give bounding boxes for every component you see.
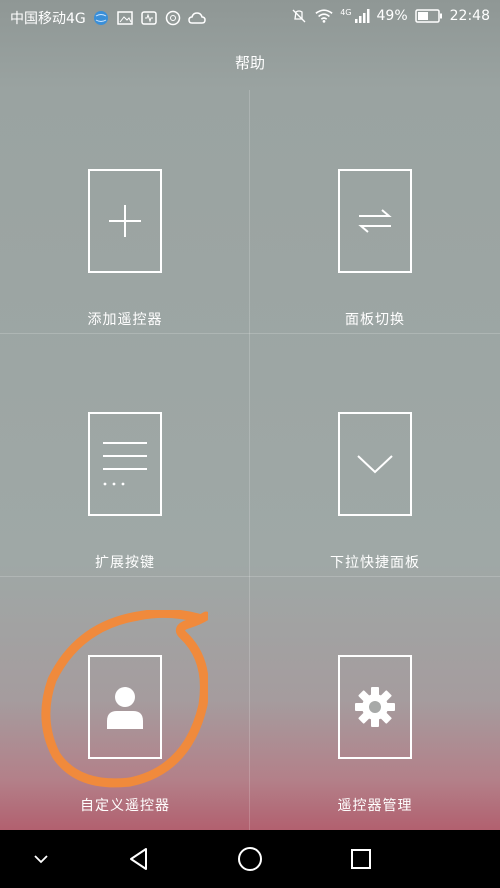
mute-icon [290,8,308,24]
globe-icon [92,10,110,26]
battery-percent: 49% [376,8,408,24]
swap-icon [358,209,392,233]
home-icon[interactable] [233,842,267,876]
battery-icon [414,8,443,24]
dropdown-panel-card [338,412,412,516]
tile-extended-keys[interactable]: 扩展按键 [0,337,250,580]
tile-label: 扩展按键 [95,555,155,571]
tile-label: 下拉快捷面板 [330,555,420,571]
extended-keys-card [88,412,162,516]
plus-icon [109,205,141,237]
chat-icon [164,10,182,26]
navigation-bar [0,830,500,888]
status-bar: 中国移动4G 4G 49% 22:48 [0,0,500,34]
recents-icon[interactable] [344,842,378,876]
tile-label: 面板切换 [345,312,405,328]
remote-management-card [338,655,412,759]
weather-icon [188,10,206,26]
gallery-icon [116,10,134,26]
tile-label: 遥控器管理 [337,798,413,814]
clock-text: 22:48 [449,8,490,24]
tile-label: 自定义遥控器 [80,798,170,814]
panel-switch-card [338,169,412,273]
page-title: 帮助 [234,54,265,72]
carrier-text: 中国移动4G [10,11,86,27]
network-badge: 4G [340,8,352,17]
wifi-icon [315,8,333,24]
tile-add-remote[interactable]: 添加遥控器 [0,94,250,337]
lines-icon [103,442,147,486]
tile-panel-switch[interactable]: 面板切换 [250,94,500,337]
signal-icon: 4G [340,8,370,23]
add-remote-card [88,169,162,273]
chevron-down-icon [357,455,393,474]
back-icon[interactable] [122,842,156,876]
tile-remote-management[interactable]: 遥控器管理 [250,580,500,823]
annotation-circle [41,610,208,788]
collapse-icon[interactable] [24,842,58,876]
gear-icon [355,687,395,727]
tile-dropdown-shortcut-panel[interactable]: 下拉快捷面板 [250,337,500,580]
tile-label: 添加遥控器 [87,312,163,328]
heart-icon [140,10,158,26]
